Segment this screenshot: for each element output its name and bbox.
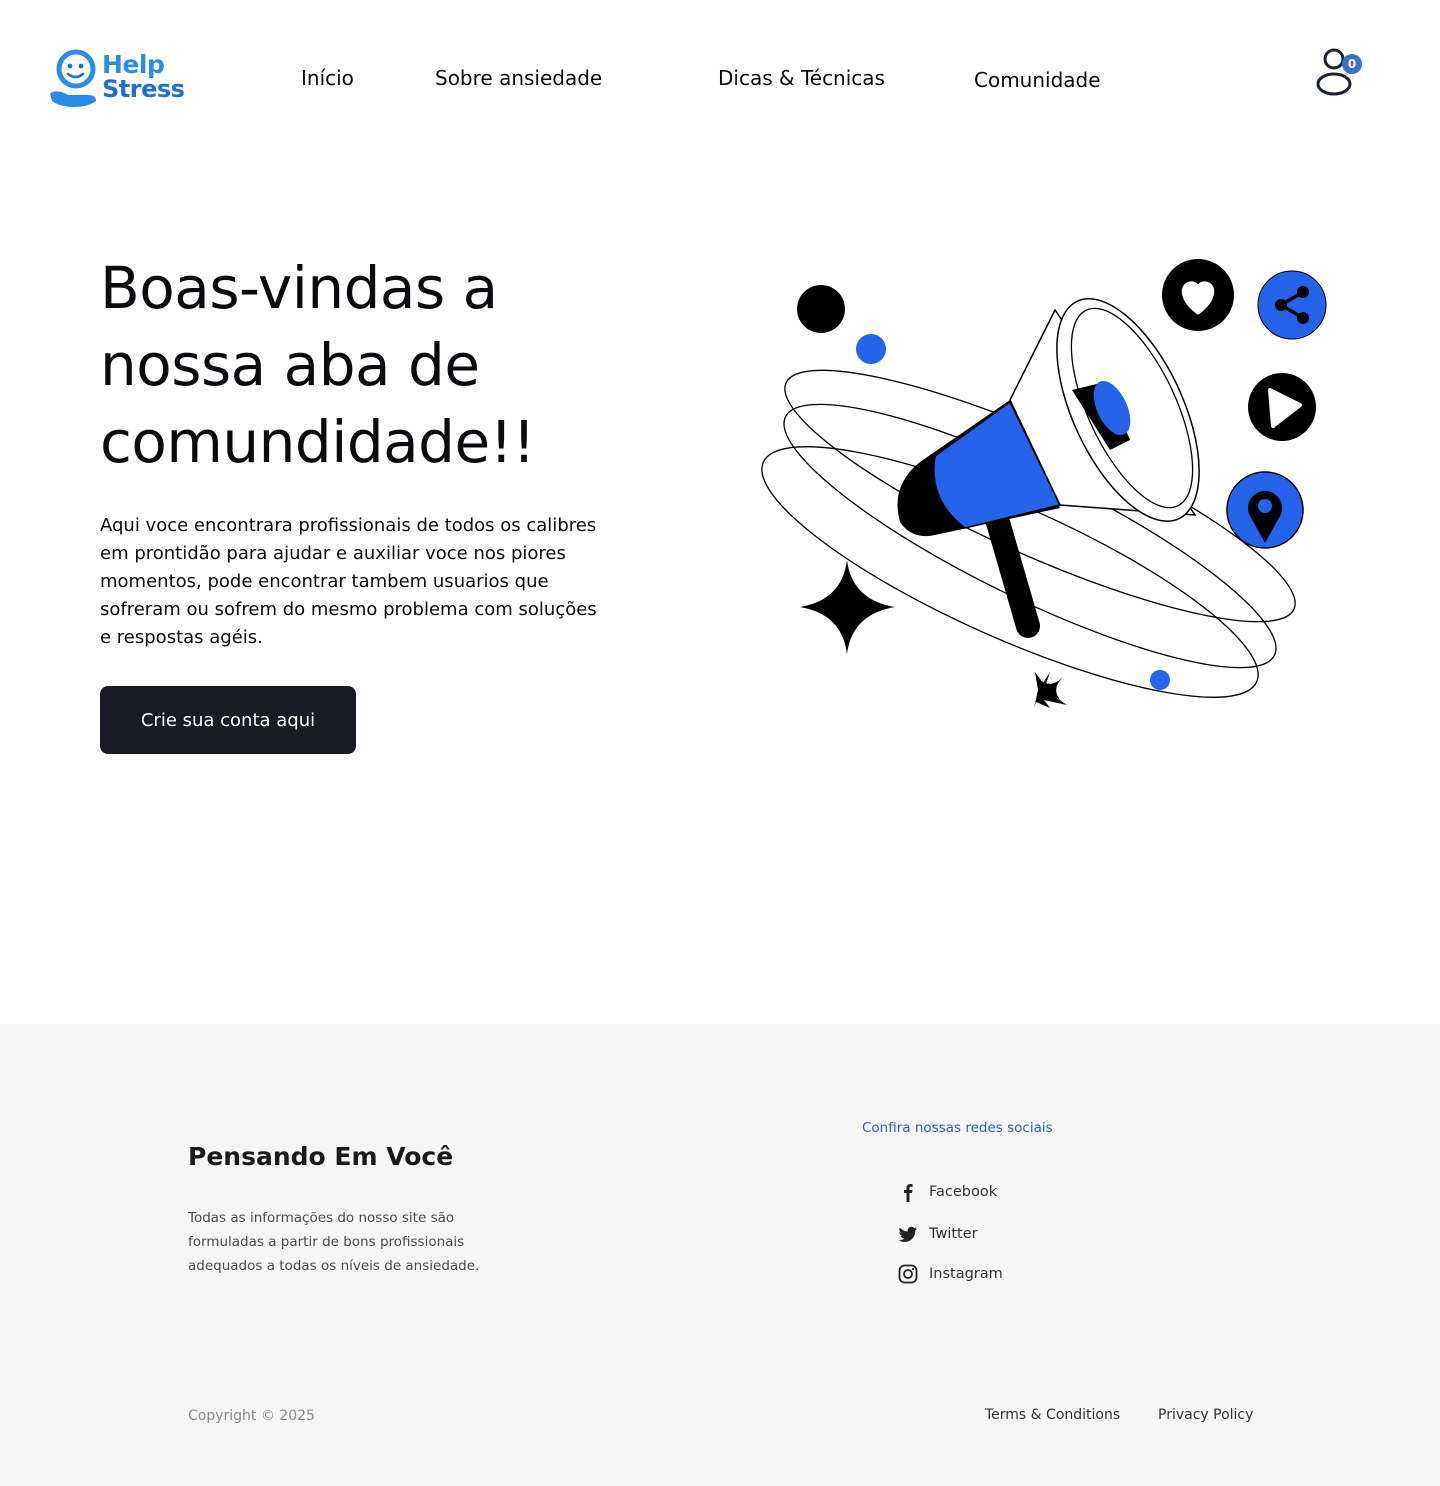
instagram-label: Instagram <box>929 1266 1003 1282</box>
twitter-icon <box>898 1226 917 1242</box>
blue-dot-icon <box>1150 670 1170 690</box>
nav-inicio[interactable]: Início <box>301 66 354 90</box>
twitter-link[interactable]: Twitter <box>898 1224 978 1244</box>
sparkle-icon <box>800 560 895 654</box>
black-dot-icon <box>797 285 845 333</box>
user-icon <box>1316 48 1352 96</box>
blue-dot-icon <box>856 334 886 364</box>
logo[interactable]: Help Stress <box>48 44 188 110</box>
social-title: Confira nossas redes sociais <box>862 1120 1053 1136</box>
copyright: Copyright © 2025 <box>188 1408 315 1424</box>
share-icon <box>1257 270 1327 340</box>
site-footer: Pensando Em Você Todas as informações do… <box>0 1024 1440 1486</box>
privacy-link[interactable]: Privacy Policy <box>1158 1407 1253 1423</box>
play-icon <box>1248 373 1316 441</box>
smiley-hand-logo-icon <box>48 45 100 109</box>
facebook-icon <box>904 1184 913 1202</box>
site-header: Help Stress Início Sobre ansiedade Dicas… <box>0 0 1440 160</box>
location-pin-icon <box>1226 471 1304 549</box>
instagram-link[interactable]: Instagram <box>898 1264 1003 1284</box>
user-account-button[interactable]: 0 <box>1312 46 1366 100</box>
hero-description: Aqui voce encontrara profissionais de to… <box>100 515 597 648</box>
star-icon <box>1037 677 1063 703</box>
nav-dicas-tecnicas[interactable]: Dicas & Técnicas <box>718 66 885 90</box>
terms-link[interactable]: Terms & Conditions <box>985 1407 1120 1423</box>
facebook-link[interactable]: Facebook <box>898 1182 997 1202</box>
megaphone-illustration <box>760 250 1340 730</box>
logo-text: Help Stress <box>102 50 185 103</box>
logo-help: Help <box>102 50 165 79</box>
hero-title: Boas-vindas a nossa aba de comundidade!! <box>100 254 536 476</box>
heart-icon <box>1162 259 1234 331</box>
twitter-label: Twitter <box>929 1226 978 1242</box>
cart-count-badge: 0 <box>1342 54 1362 74</box>
logo-stress: Stress <box>102 75 185 103</box>
nav-sobre-ansiedade[interactable]: Sobre ansiedade <box>435 66 602 90</box>
create-account-button[interactable]: Crie sua conta aqui <box>100 686 356 754</box>
instagram-icon <box>898 1264 918 1284</box>
footer-description: Todas as informações do nosso site são f… <box>188 1210 480 1274</box>
nav-comunidade[interactable]: Comunidade <box>974 68 1101 92</box>
footer-title: Pensando Em Você <box>188 1142 454 1171</box>
facebook-label: Facebook <box>929 1184 998 1200</box>
